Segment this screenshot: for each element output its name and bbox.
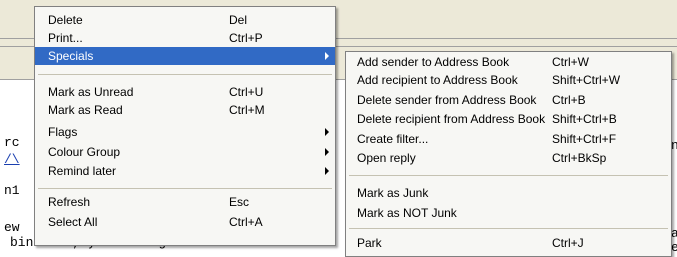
text-fragment: n1	[4, 183, 20, 198]
text-fragment: rc	[4, 135, 20, 150]
menu-item-select-all[interactable]: Select All Ctrl+A	[35, 213, 335, 231]
menu-item-mark-as-unread[interactable]: Mark as Unread Ctrl+U	[35, 83, 335, 101]
menu-item-mark-as-read[interactable]: Mark as Read Ctrl+M	[35, 101, 335, 119]
menu-separator	[349, 175, 668, 176]
menu-item-delete-sender-from-address-book[interactable]: Delete sender from Address Book Ctrl+B	[346, 91, 671, 109]
menu-item-label: Mark as NOT Junk	[357, 206, 457, 220]
menu-separator	[349, 228, 668, 229]
menu-item-refresh[interactable]: Refresh Esc	[35, 193, 335, 211]
submenu-arrow-icon	[325, 52, 329, 60]
menu-item-label: Mark as Read	[48, 103, 123, 117]
menu-item-park[interactable]: Park Ctrl+J	[346, 234, 671, 252]
specials-submenu: Add sender to Address Book Ctrl+W Add re…	[345, 51, 672, 257]
menu-item-label: Flags	[48, 125, 78, 139]
menu-item-add-recipient-to-address-book[interactable]: Add recipient to Address Book Shift+Ctrl…	[346, 71, 671, 89]
menu-item-colour-group[interactable]: Colour Group	[35, 143, 335, 161]
submenu-arrow-icon	[325, 128, 329, 136]
menu-item-shortcut: Del	[229, 13, 248, 27]
menu-item-label: Add sender to Address Book	[357, 55, 510, 69]
menu-item-label: Park	[357, 236, 382, 250]
submenu-arrow-icon	[325, 148, 329, 156]
menu-item-open-reply[interactable]: Open reply Ctrl+BkSp	[346, 149, 671, 167]
menu-item-label: Create filter...	[357, 132, 429, 146]
menu-item-mark-as-not-junk[interactable]: Mark as NOT Junk	[346, 204, 671, 222]
menu-item-shortcut: Shift+Ctrl+F	[552, 132, 617, 146]
menu-item-shortcut: Ctrl+W	[552, 55, 589, 69]
menu-item-shortcut: Shift+Ctrl+W	[552, 73, 621, 87]
menu-item-delete-recipient-from-address-book[interactable]: Delete recipient from Address Book Shift…	[346, 110, 671, 128]
menu-item-label: Delete sender from Address Book	[357, 93, 537, 107]
menu-item-specials[interactable]: Specials	[35, 47, 335, 65]
menu-item-label: Add recipient to Address Book	[357, 73, 518, 87]
menu-item-shortcut: Ctrl+U	[229, 85, 264, 99]
menu-item-label: Colour Group	[48, 145, 121, 159]
menu-item-label: Select All	[48, 215, 98, 229]
text-fragment: ew	[4, 220, 20, 235]
menu-item-create-filter[interactable]: Create filter... Shift+Ctrl+F	[346, 130, 671, 148]
menu-item-label: Refresh	[48, 195, 91, 209]
menu-item-label: Delete recipient from Address Book	[357, 112, 546, 126]
menu-separator	[38, 74, 332, 75]
menu-item-shortcut: Ctrl+M	[229, 103, 265, 117]
menu-item-shortcut: Esc	[229, 195, 250, 209]
menu-item-label: Delete	[48, 13, 83, 27]
menu-item-add-sender-to-address-book[interactable]: Add sender to Address Book Ctrl+W	[346, 53, 671, 71]
menu-item-label: Remind later	[48, 164, 117, 178]
submenu-arrow-icon	[325, 167, 329, 175]
menu-item-shortcut: Shift+Ctrl+B	[552, 112, 617, 126]
menu-item-label: Mark as Junk	[357, 186, 429, 200]
link-fragment[interactable]: /\	[4, 152, 20, 167]
menu-item-shortcut: Ctrl+J	[552, 236, 584, 250]
menu-item-shortcut: Ctrl+A	[229, 215, 263, 229]
menu-item-label: Mark as Unread	[48, 85, 134, 99]
menu-item-label: Specials	[48, 49, 94, 63]
menu-item-mark-as-junk[interactable]: Mark as Junk	[346, 184, 671, 202]
menu-item-label: Print...	[48, 31, 83, 45]
menu-item-shortcut: Ctrl+P	[229, 31, 263, 45]
menu-item-remind-later[interactable]: Remind later	[35, 162, 335, 180]
menu-item-flags[interactable]: Flags	[35, 123, 335, 141]
menu-item-label: Open reply	[357, 151, 416, 165]
menu-separator	[38, 188, 332, 189]
menu-item-print[interactable]: Print... Ctrl+P	[35, 29, 335, 47]
menu-item-shortcut: Ctrl+BkSp	[552, 151, 607, 165]
menu-item-shortcut: Ctrl+B	[552, 93, 586, 107]
context-menu: Delete Del Print... Ctrl+P Specials Mark…	[34, 6, 336, 246]
menu-item-delete[interactable]: Delete Del	[35, 11, 335, 29]
